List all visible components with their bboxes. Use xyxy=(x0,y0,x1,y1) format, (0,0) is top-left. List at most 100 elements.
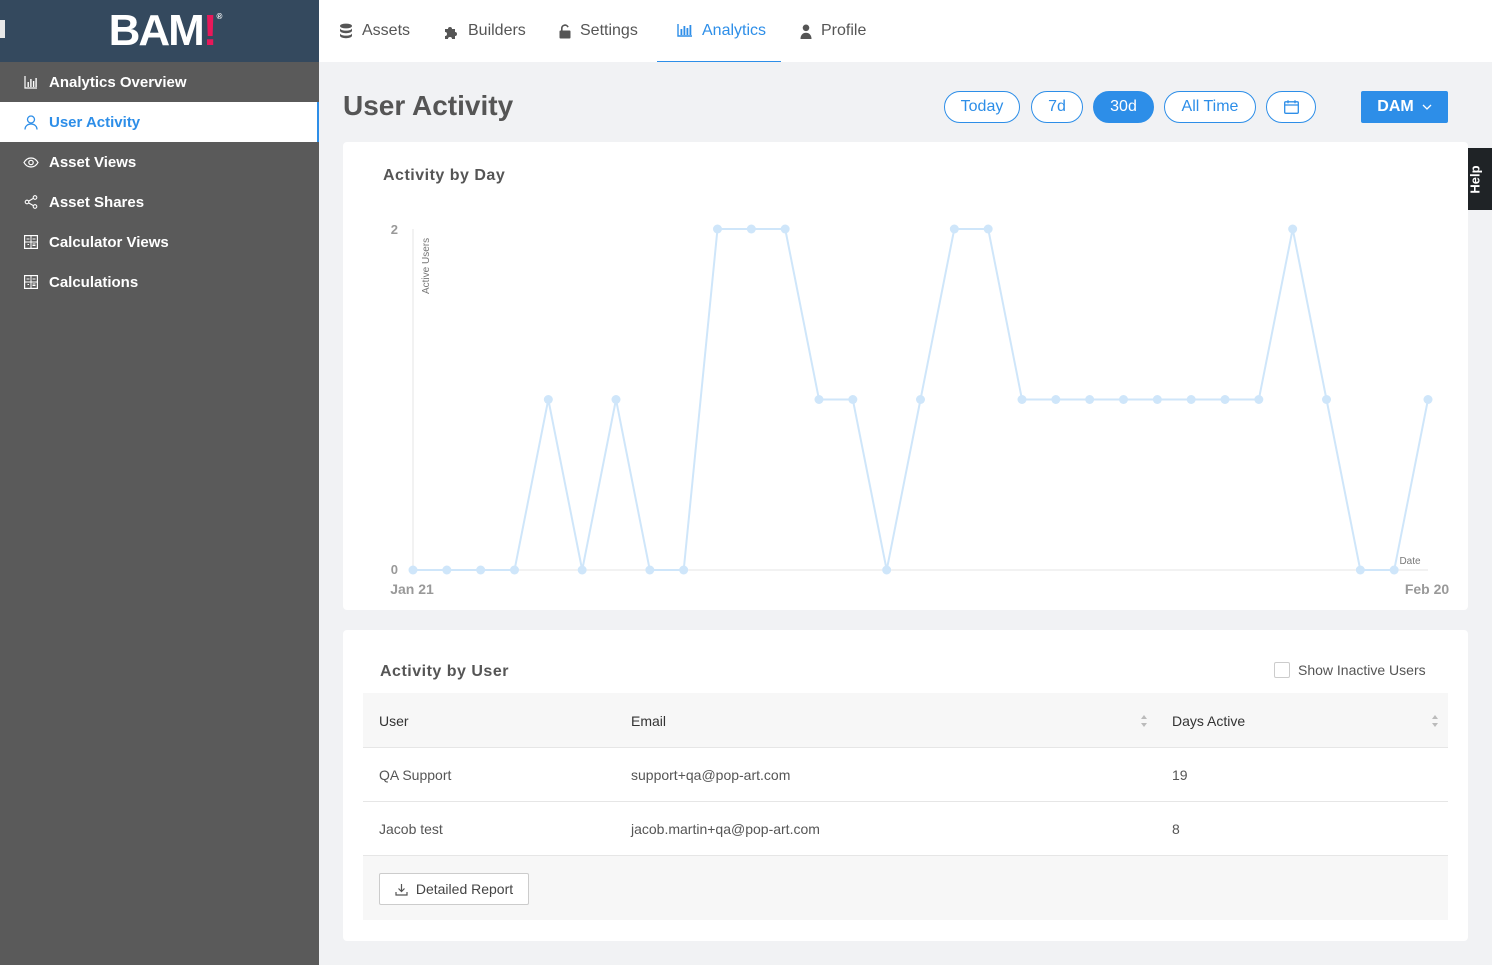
show-inactive-users-checkbox[interactable]: Show Inactive Users xyxy=(1274,662,1426,678)
x-axis-label: Date xyxy=(1399,556,1421,567)
range-all-time-button[interactable]: All Time xyxy=(1164,91,1256,123)
data-point[interactable] xyxy=(1355,565,1365,575)
range-7d-button[interactable]: 7d xyxy=(1031,91,1083,123)
database-icon xyxy=(339,23,353,39)
data-point[interactable] xyxy=(882,565,892,575)
tab-label: Profile xyxy=(821,22,867,39)
sidebar-item-label: Calculations xyxy=(49,273,139,291)
top-nav: Assets Builders Settings Analytics Profi… xyxy=(319,0,1492,62)
data-point[interactable] xyxy=(611,395,621,404)
detailed-report-label: Detailed Report xyxy=(415,881,514,897)
detailed-report-button[interactable]: Detailed Report xyxy=(379,873,529,905)
sidebar-item-label: User Activity xyxy=(49,113,141,131)
download-icon xyxy=(395,883,408,896)
table-header: User Email Days Active xyxy=(363,693,1448,748)
data-point[interactable] xyxy=(1220,395,1230,404)
data-point[interactable] xyxy=(1254,395,1264,404)
activity-by-day-card: Activity by Day 2 0 Active Users Date Ja… xyxy=(343,142,1468,610)
data-point[interactable] xyxy=(1085,395,1095,404)
data-point[interactable] xyxy=(577,565,587,575)
table-row: Jacob test jacob.martin+qa@pop-art.com 8 xyxy=(363,802,1448,856)
data-point[interactable] xyxy=(746,224,756,234)
date-range-picker-button[interactable] xyxy=(1266,91,1316,123)
column-header-user[interactable]: User xyxy=(379,693,409,748)
cell-email: support+qa@pop-art.com xyxy=(631,767,791,783)
bam-logo[interactable]: BAM! ® xyxy=(109,6,223,56)
tab-analytics[interactable]: Analytics xyxy=(657,0,782,62)
person-icon xyxy=(800,24,812,39)
cell-days-active: 19 xyxy=(1172,767,1188,783)
activity-by-user-card: Activity by User Show Inactive Users Use… xyxy=(343,630,1468,941)
bar-chart-icon xyxy=(22,73,40,91)
data-point[interactable] xyxy=(916,395,925,404)
checkbox[interactable] xyxy=(1274,662,1290,678)
data-point[interactable] xyxy=(848,395,858,404)
series-layer xyxy=(408,224,1433,575)
dam-dropdown-label: DAM xyxy=(1377,98,1414,115)
range-today-button[interactable]: Today xyxy=(944,91,1020,123)
data-point[interactable] xyxy=(1389,565,1399,575)
data-point[interactable] xyxy=(1186,395,1196,404)
tab-label: Settings xyxy=(580,22,638,39)
data-point[interactable] xyxy=(476,565,486,575)
calculator-icon xyxy=(22,273,40,291)
tab-label: Assets xyxy=(362,22,411,39)
data-point[interactable] xyxy=(1288,224,1298,234)
show-inactive-users-label: Show Inactive Users xyxy=(1298,662,1426,678)
sidebar-item-analytics-overview[interactable]: Analytics Overview xyxy=(0,62,319,102)
data-point[interactable] xyxy=(983,224,993,234)
activity-by-user-title: Activity by User xyxy=(380,663,509,680)
range-30d-button[interactable]: 30d xyxy=(1093,91,1154,123)
cell-days-active: 8 xyxy=(1172,821,1180,837)
share-icon xyxy=(22,193,40,211)
dam-dropdown[interactable]: DAM xyxy=(1361,91,1448,123)
sidebar-item-label: Analytics Overview xyxy=(49,73,187,91)
tab-settings[interactable]: Settings xyxy=(559,0,638,62)
data-point[interactable] xyxy=(679,565,689,575)
data-point[interactable] xyxy=(780,224,790,234)
sidebar: BAM! ® Analytics Overview User Activity A… xyxy=(0,0,319,965)
column-header-email[interactable]: Email xyxy=(631,693,666,748)
tab-assets[interactable]: Assets xyxy=(339,0,410,62)
sidebar-item-label: Asset Shares xyxy=(49,193,145,211)
help-label: Help xyxy=(1467,164,1483,194)
sidebar-collapse-handle[interactable] xyxy=(0,20,5,38)
y-tick-top: 2 xyxy=(391,222,398,237)
x-tick-start: Jan 21 xyxy=(390,581,434,597)
data-point[interactable] xyxy=(408,565,418,575)
data-point[interactable] xyxy=(510,565,519,575)
sidebar-item-user-activity[interactable]: User Activity xyxy=(0,102,319,142)
tab-label: Analytics xyxy=(702,21,767,39)
sidebar-item-label: Asset Views xyxy=(49,153,137,171)
data-point[interactable] xyxy=(645,565,655,575)
sidebar-item-calculator-views[interactable]: Calculator Views xyxy=(0,222,319,262)
user-icon xyxy=(22,113,40,131)
sort-icon[interactable] xyxy=(1431,714,1439,728)
data-point[interactable] xyxy=(1322,395,1331,404)
bar-chart-icon xyxy=(677,24,693,37)
sort-icon[interactable] xyxy=(1140,714,1148,728)
data-point[interactable] xyxy=(1152,395,1162,404)
data-point[interactable] xyxy=(1423,395,1433,404)
data-point[interactable] xyxy=(949,224,959,234)
calculator-icon xyxy=(22,233,40,251)
sidebar-item-asset-views[interactable]: Asset Views xyxy=(0,142,319,182)
activity-line-chart: 2 0 Active Users Date Jan 21 Feb 20 xyxy=(390,222,1449,597)
data-point[interactable] xyxy=(814,395,824,404)
data-point[interactable] xyxy=(1119,395,1128,404)
tab-profile[interactable]: Profile xyxy=(800,0,866,62)
puzzle-icon xyxy=(443,23,459,39)
data-point[interactable] xyxy=(1017,395,1027,404)
data-point[interactable] xyxy=(543,395,553,404)
data-point[interactable] xyxy=(1051,395,1061,404)
logo-text: BAM xyxy=(108,6,205,55)
column-header-days-active[interactable]: Days Active xyxy=(1172,693,1245,748)
sidebar-item-calculations[interactable]: Calculations xyxy=(0,262,319,302)
data-point[interactable] xyxy=(713,224,722,234)
eye-icon xyxy=(22,153,40,171)
tab-builders[interactable]: Builders xyxy=(443,0,526,62)
logo-registered: ® xyxy=(216,12,223,21)
calendar-icon xyxy=(1283,100,1299,114)
sidebar-item-asset-shares[interactable]: Asset Shares xyxy=(0,182,319,222)
data-point[interactable] xyxy=(442,565,452,575)
